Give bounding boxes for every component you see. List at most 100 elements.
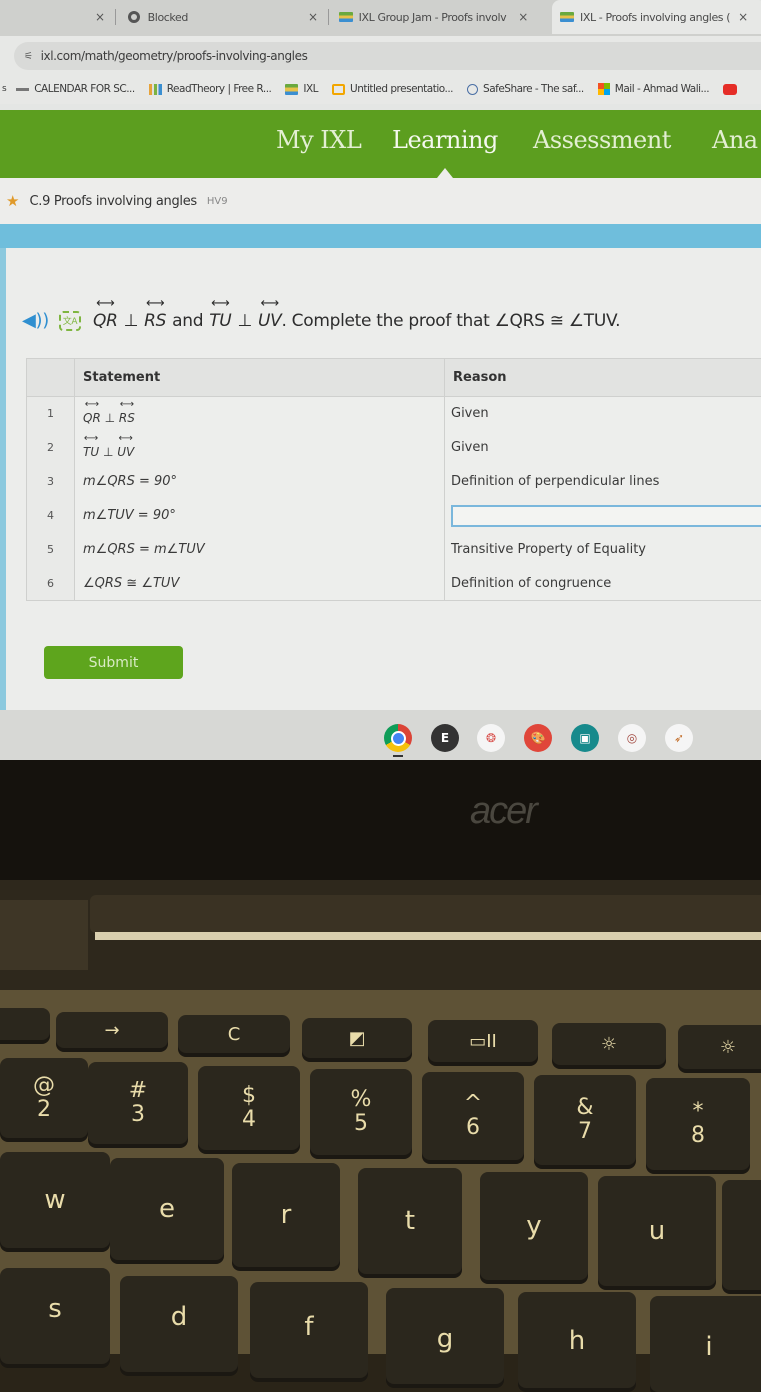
key-6[interactable]: ^ 6 xyxy=(422,1072,524,1160)
key-u[interactable]: u xyxy=(598,1176,716,1286)
key-w[interactable]: w xyxy=(0,1152,110,1248)
active-nav-caret xyxy=(437,168,453,178)
bookmark-ixl[interactable]: IXL xyxy=(285,83,318,95)
perpendicular-symbol: ⊥ xyxy=(101,411,119,425)
key-i[interactable] xyxy=(722,1180,761,1290)
submit-button[interactable]: Submit xyxy=(44,646,183,679)
app-e-icon[interactable]: E xyxy=(431,724,459,752)
speaker-icon[interactable]: ◀)) xyxy=(22,310,49,331)
calendar-icon xyxy=(16,88,29,91)
screen: × Blocked × IXL Group Jam - Proofs invol… xyxy=(0,0,761,760)
key-back[interactable] xyxy=(0,1008,50,1040)
nav-analytics[interactable]: Ana xyxy=(712,126,758,154)
bookmark-slides[interactable]: Untitled presentatio... xyxy=(332,83,453,95)
url-text: ixl.com/math/geometry/proofs-involving-a… xyxy=(41,49,308,63)
key-brightness-down[interactable]: ☼ xyxy=(552,1023,666,1065)
key-symbol: $ xyxy=(242,1084,256,1108)
acer-logo: acer xyxy=(470,790,536,833)
app-screen-icon[interactable]: ▣ xyxy=(571,724,599,752)
proof-row: 3 m∠QRS = 90° Definition of perpendicula… xyxy=(27,465,761,499)
key-digit: 4 xyxy=(242,1108,256,1132)
bookmark-calendar[interactable]: CALENDAR FOR SC... xyxy=(16,83,135,95)
proof-row: 5 m∠QRS = m∠TUV Transitive Property of E… xyxy=(27,533,761,567)
os-shelf: E ❂ 🎨 ▣ ◎ ➶ xyxy=(0,710,761,760)
tab-title: IXL Group Jam - Proofs involv xyxy=(359,11,507,24)
key-symbol: * xyxy=(693,1100,704,1124)
key-f[interactable]: f xyxy=(250,1282,368,1378)
youtube-icon[interactable] xyxy=(723,84,737,95)
key-8[interactable]: * 8 xyxy=(646,1078,750,1170)
statement-cell: m∠QRS = 90° xyxy=(75,465,445,499)
proof-row: 6 ∠QRS ≅ ∠TUV Definition of congruence xyxy=(27,567,761,601)
statement-cell: QR ⊥ RS xyxy=(75,397,445,431)
key-brightness-up[interactable]: ☼ xyxy=(678,1025,761,1069)
key-t[interactable]: t xyxy=(358,1168,462,1274)
tab-blocked[interactable]: × Blocked xyxy=(95,0,188,34)
chrome-app-icon[interactable] xyxy=(384,724,412,752)
close-tab-icon[interactable]: × xyxy=(95,10,105,24)
key-y[interactable]: y xyxy=(480,1172,588,1280)
app-paint-icon[interactable]: 🎨 xyxy=(524,724,552,752)
key-overview[interactable]: ▭II xyxy=(428,1020,538,1062)
key-2[interactable]: @ 2 xyxy=(0,1058,88,1138)
key-4[interactable]: $ 4 xyxy=(198,1066,300,1150)
nav-learning[interactable]: Learning xyxy=(392,126,498,154)
close-tab-icon[interactable]: × xyxy=(308,10,318,24)
key-d[interactable]: d xyxy=(120,1276,238,1372)
key-symbol: @ xyxy=(33,1074,55,1098)
readtheory-icon xyxy=(149,84,162,95)
app-bird-icon[interactable]: ➶ xyxy=(665,724,693,752)
app-swirl-icon[interactable]: ◎ xyxy=(618,724,646,752)
site-info-icon[interactable]: ⚟ xyxy=(24,51,33,62)
proof-row: 4 m∠TUV = 90° xyxy=(27,499,761,533)
bookmark-safeshare[interactable]: SafeShare - The saf... xyxy=(467,83,584,95)
key-forward[interactable]: → xyxy=(56,1012,168,1048)
key-i-lower[interactable]: i xyxy=(650,1296,761,1392)
key-r[interactable]: r xyxy=(232,1163,340,1267)
tab-title: IXL - Proofs involving angles ( xyxy=(580,11,730,24)
tab-strip: × Blocked × IXL Group Jam - Proofs invol… xyxy=(0,0,761,36)
bookmark-label: IXL xyxy=(303,83,318,95)
key-symbol: % xyxy=(351,1088,372,1112)
key-symbol: # xyxy=(129,1079,147,1103)
bookmark-readtheory[interactable]: ReadTheory | Free R... xyxy=(149,83,272,95)
ixl-icon xyxy=(339,12,353,22)
statement-cell: ∠QRS ≅ ∠TUV xyxy=(75,567,445,601)
app-dots-icon[interactable]: ❂ xyxy=(477,724,505,752)
key-symbol: ^ xyxy=(464,1092,482,1116)
key-7[interactable]: & 7 xyxy=(534,1075,636,1165)
key-digit: 5 xyxy=(354,1112,368,1136)
translate-icon[interactable]: 文A xyxy=(59,311,81,331)
reason-input[interactable] xyxy=(451,505,761,527)
key-e[interactable]: e xyxy=(110,1158,224,1260)
tab-title: Blocked xyxy=(148,11,188,24)
key-refresh[interactable]: C xyxy=(178,1015,290,1053)
close-tab-icon[interactable]: × xyxy=(518,10,528,24)
key-g[interactable]: g xyxy=(386,1288,504,1384)
nav-my-ixl[interactable]: My IXL xyxy=(276,126,361,154)
line-uv: UV xyxy=(258,311,281,331)
tab-ixl-proofs-active[interactable]: IXL - Proofs involving angles ( × xyxy=(552,0,761,34)
nav-assessment[interactable]: Assessment xyxy=(533,126,671,154)
key-5[interactable]: % 5 xyxy=(310,1069,412,1155)
apps-icon[interactable]: s xyxy=(2,84,6,94)
key-fullscreen[interactable]: ◩ xyxy=(302,1018,412,1058)
key-digit: 2 xyxy=(37,1098,51,1122)
proof-row: 2 TU ⊥ UV Given xyxy=(27,431,761,465)
key-s[interactable]: s xyxy=(0,1268,110,1364)
tab-ixl-group-jam[interactable]: × IXL Group Jam - Proofs involv × xyxy=(308,0,538,34)
address-bar[interactable]: ⚟ ixl.com/math/geometry/proofs-involving… xyxy=(14,42,761,70)
reason-cell: Definition of perpendicular lines xyxy=(445,465,761,499)
skill-code: HV9 xyxy=(207,196,228,207)
reason-cell: Given xyxy=(445,431,761,465)
globe-icon xyxy=(128,11,140,23)
close-tab-icon[interactable]: × xyxy=(738,10,748,24)
bookmark-mail[interactable]: Mail - Ahmad Wali... xyxy=(598,83,709,95)
perpendicular-symbol: ⊥ xyxy=(124,311,139,331)
key-h[interactable]: h xyxy=(518,1292,636,1388)
proof-row: 1 QR ⊥ RS Given xyxy=(27,397,761,431)
question-prompt: ◀)) 文A QR ⊥ RS and TU ⊥ UV . Complete th… xyxy=(22,310,620,331)
line-rs: RS xyxy=(119,411,135,425)
key-3[interactable]: # 3 xyxy=(88,1062,188,1144)
statement-header: Statement xyxy=(75,359,445,397)
